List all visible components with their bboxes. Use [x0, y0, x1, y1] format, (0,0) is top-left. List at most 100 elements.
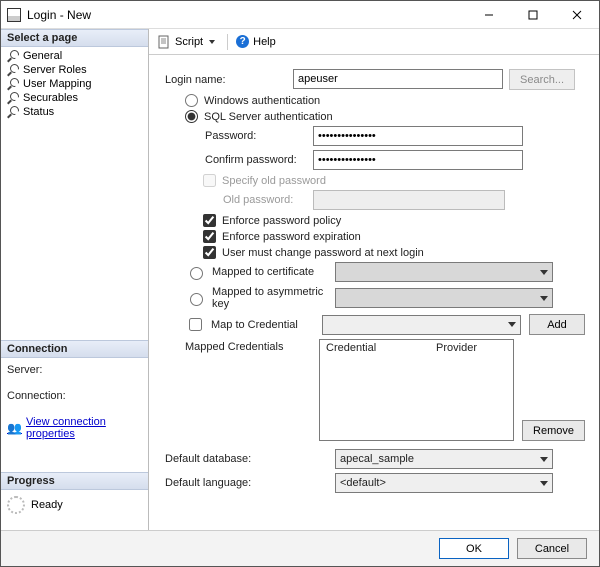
- default-database-label: Default database:: [163, 453, 335, 465]
- chevron-down-icon: [508, 322, 516, 327]
- mapped-asym-radio[interactable]: [190, 293, 203, 306]
- wrench-icon: [7, 64, 19, 76]
- provider-column-header: Provider: [436, 342, 477, 354]
- mapped-cert-label: Mapped to certificate: [212, 266, 314, 278]
- script-button[interactable]: Script: [175, 36, 203, 48]
- titlebar: Login - New: [1, 1, 599, 29]
- close-button[interactable]: [555, 1, 599, 28]
- login-dialog: Login - New Select a page General Server…: [0, 0, 600, 567]
- mapped-cert-combo[interactable]: [335, 262, 553, 282]
- help-button[interactable]: Help: [253, 36, 276, 48]
- wrench-icon: [7, 92, 19, 104]
- page-item-general[interactable]: General: [1, 49, 148, 63]
- enforce-policy-row[interactable]: Enforce password policy: [163, 214, 585, 227]
- wrench-icon: [7, 106, 19, 118]
- minimize-button[interactable]: [467, 1, 511, 28]
- chevron-down-icon: [540, 457, 548, 462]
- search-button[interactable]: Search...: [509, 69, 575, 90]
- sql-auth-label: SQL Server authentication: [204, 111, 333, 123]
- form-area: Login name: Search... Windows authentica…: [149, 55, 599, 530]
- connection-server-label: Server:: [7, 364, 142, 376]
- must-change-label: User must change password at next login: [222, 247, 424, 259]
- enforce-policy-checkbox[interactable]: [203, 214, 216, 227]
- maximize-button[interactable]: [511, 1, 555, 28]
- add-button[interactable]: Add: [529, 314, 585, 335]
- view-connection-properties-link[interactable]: 👥 View connection properties: [7, 416, 142, 440]
- map-credential-label: Map to Credential: [211, 319, 298, 331]
- chevron-down-icon: [540, 270, 548, 275]
- password-label: Password:: [203, 130, 313, 142]
- windows-auth-label: Windows authentication: [204, 95, 320, 107]
- mapped-credentials-label: Mapped Credentials: [185, 339, 319, 353]
- toolbar: Script ? Help: [149, 29, 599, 55]
- script-dropdown-icon[interactable]: [209, 40, 215, 44]
- connection-body: Server: Connection: 👥 View connection pr…: [1, 358, 148, 450]
- page-item-label: General: [23, 50, 62, 62]
- mapped-cert-radio[interactable]: [190, 267, 203, 280]
- script-icon: [157, 35, 171, 49]
- enforce-expiration-label: Enforce password expiration: [222, 231, 361, 243]
- app-icon: [7, 8, 21, 22]
- right-pane: Script ? Help Login name: Search... Wind…: [149, 29, 599, 530]
- mapped-asym-combo[interactable]: [335, 288, 553, 308]
- enforce-policy-label: Enforce password policy: [222, 215, 341, 227]
- toolbar-separator: [227, 34, 228, 50]
- help-icon: ?: [236, 35, 249, 48]
- page-list: General Server Roles User Mapping Secura…: [1, 47, 148, 125]
- chevron-down-icon: [540, 296, 548, 301]
- default-database-combo[interactable]: apecal_sample: [335, 449, 553, 469]
- page-item-label: Server Roles: [23, 64, 87, 76]
- page-item-label: User Mapping: [23, 78, 91, 90]
- page-item-server-roles[interactable]: Server Roles: [1, 63, 148, 77]
- must-change-checkbox[interactable]: [203, 246, 216, 259]
- mapped-asym-label: Mapped to asymmetric key: [212, 286, 335, 310]
- ok-button[interactable]: OK: [439, 538, 509, 559]
- left-pane: Select a page General Server Roles User …: [1, 29, 149, 530]
- wrench-icon: [7, 78, 19, 90]
- remove-button[interactable]: Remove: [522, 420, 585, 441]
- dialog-footer: OK Cancel: [1, 530, 599, 566]
- page-item-status[interactable]: Status: [1, 105, 148, 119]
- confirm-password-label: Confirm password:: [203, 154, 313, 166]
- enforce-expiration-row[interactable]: Enforce password expiration: [163, 230, 585, 243]
- windows-auth-radio[interactable]: [185, 94, 198, 107]
- page-item-label: Securables: [23, 92, 78, 104]
- enforce-expiration-checkbox[interactable]: [203, 230, 216, 243]
- page-item-label: Status: [23, 106, 54, 118]
- select-page-header: Select a page: [1, 29, 148, 47]
- password-input[interactable]: [313, 126, 523, 146]
- windows-auth-radio-row[interactable]: Windows authentication: [163, 94, 585, 107]
- page-item-securables[interactable]: Securables: [1, 91, 148, 105]
- cancel-button[interactable]: Cancel: [517, 538, 587, 559]
- sql-auth-radio[interactable]: [185, 110, 198, 123]
- default-database-value: apecal_sample: [340, 453, 414, 465]
- window-title: Login - New: [27, 8, 467, 22]
- page-item-user-mapping[interactable]: User Mapping: [1, 77, 148, 91]
- specify-old-password-checkbox: [203, 174, 216, 187]
- chevron-down-icon: [540, 481, 548, 486]
- connection-icon: 👥: [7, 421, 22, 435]
- credential-column-header: Credential: [326, 342, 436, 354]
- connection-link-label: View connection properties: [26, 416, 142, 440]
- window-buttons: [467, 1, 599, 28]
- login-name-input[interactable]: [293, 69, 503, 89]
- default-language-value: <default>: [340, 477, 386, 489]
- map-credential-checkbox[interactable]: [189, 318, 202, 331]
- map-credential-combo[interactable]: [322, 315, 521, 335]
- default-language-combo[interactable]: <default>: [335, 473, 553, 493]
- must-change-row[interactable]: User must change password at next login: [163, 246, 585, 259]
- specify-old-password-label: Specify old password: [222, 175, 326, 187]
- mapped-credentials-list[interactable]: Credential Provider: [319, 339, 514, 441]
- progress-spinner-icon: [7, 496, 25, 514]
- old-password-label: Old password:: [221, 194, 313, 206]
- old-password-input: [313, 190, 505, 210]
- sql-auth-radio-row[interactable]: SQL Server authentication: [163, 110, 585, 123]
- progress-body: Ready: [1, 490, 148, 520]
- confirm-password-input[interactable]: [313, 150, 523, 170]
- progress-header: Progress: [1, 472, 148, 490]
- wrench-icon: [7, 50, 19, 62]
- login-name-label: Login name:: [163, 74, 293, 86]
- specify-old-password-row: Specify old password: [163, 174, 585, 187]
- connection-connection-label: Connection:: [7, 390, 142, 402]
- default-language-label: Default language:: [163, 477, 335, 489]
